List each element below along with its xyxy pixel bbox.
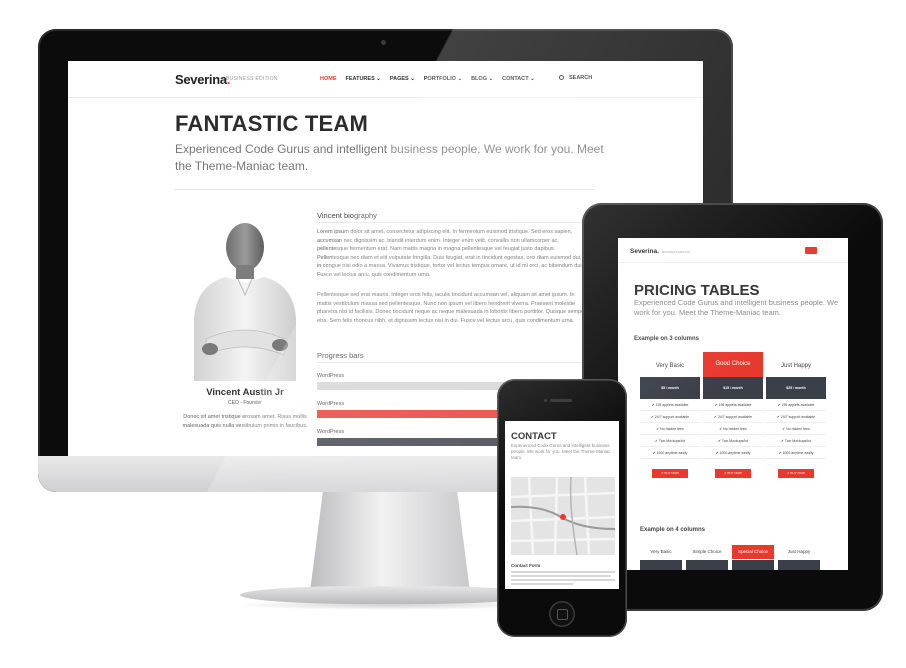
plan-price-bar	[686, 560, 728, 570]
plan-name: Very Basic	[650, 549, 672, 554]
ipad-screen: Severina. BUSINESS EDITION PRICING TABLE…	[618, 238, 848, 570]
plan-feature: ✔ 24/7 support available	[703, 411, 763, 423]
biography-heading: Vincent biography	[317, 211, 377, 220]
progress-label: WordPress	[317, 429, 345, 435]
plan-name: Just Happy	[766, 356, 826, 377]
contact-form-text	[511, 571, 615, 587]
buy-now-button[interactable]: ✔ BUY NOW	[652, 469, 688, 478]
biography-divider	[317, 222, 587, 223]
plan-name: Just Happy	[787, 549, 811, 554]
plan-price-bar	[640, 560, 682, 570]
plan-name: Simple Choice	[692, 549, 722, 554]
plan-feature: ✔ No hidden fees	[766, 423, 826, 435]
pricing-column: Just Happy $25 / month ✔ 195 applets ava…	[766, 356, 826, 478]
progress-divider	[317, 362, 587, 363]
plan-price: $5 / month	[640, 377, 700, 399]
imac-camera-icon	[381, 40, 386, 45]
plan-feature: ✔ No hidden fees	[703, 423, 763, 435]
buy-now-button[interactable]: ✔ BUY NOW	[778, 469, 814, 478]
page-title: FANTASTIC TEAM	[175, 111, 369, 136]
team-member-photo	[186, 209, 304, 381]
section-divider	[175, 189, 595, 190]
plan-feature: ✔ 24/7 support available	[766, 411, 826, 423]
plan-price: $15 / month	[703, 377, 763, 399]
plan-feature: ✔ 195 applets available	[640, 399, 700, 411]
nav-item-features[interactable]: FEATURES ⌄	[346, 76, 381, 82]
progress-label: WordPress	[317, 401, 345, 407]
device-mockup-scene: Severina. BUSINESS EDITION HOME FEATURES…	[0, 0, 906, 668]
site-edition-label: BUSINESS EDITION	[662, 250, 691, 254]
search-icon	[559, 75, 564, 80]
page-title: PRICING TABLES	[634, 282, 760, 299]
progress-heading: Progress bars	[317, 351, 364, 360]
nav-item-pages[interactable]: PAGES ⌄	[390, 76, 415, 82]
plan-name: Special Choice	[732, 545, 774, 559]
pricing-column: Very Basic $5 / month ✔ 195 applets avai…	[640, 356, 700, 478]
plan-feature: ✔ Two Mockups/Ist	[703, 435, 763, 447]
plan-price-bar	[778, 560, 820, 570]
team-member-role: CEO - Founder	[228, 400, 262, 406]
plan-feature: ✔ 195 applets available	[703, 399, 763, 411]
plan-feature: ✔ No hidden fees	[640, 423, 700, 435]
site-logo[interactable]: Severina.	[175, 72, 230, 87]
site-header: Severina. BUSINESS EDITION HOME FEATURES…	[68, 61, 703, 98]
page-subtitle: Experienced Code Gurus and intelligent b…	[634, 298, 839, 317]
biography-paragraph: Pellentesque sed erat mauris. Integer er…	[317, 292, 587, 324]
search-button[interactable]: SEARCH	[559, 75, 592, 81]
contact-form-heading: Contact Form	[511, 563, 541, 568]
site-logo[interactable]: Severina.	[630, 248, 659, 255]
plan-price-bar	[732, 560, 774, 570]
buy-now-button[interactable]: ✔ BUY NOW	[715, 469, 751, 478]
main-nav: HOME FEATURES ⌄ PAGES ⌄ PORTFOLIO ⌄ BLOG…	[320, 76, 535, 82]
page-subtitle: Experienced Code Gurus and intelligent b…	[175, 142, 604, 173]
progress-label: WordPress	[317, 373, 345, 379]
plan-feature: ✔ 24/7 support available	[640, 411, 700, 423]
plan-feature: ✔ 1000 anytime easily	[703, 447, 763, 459]
plan-price: $25 / month	[766, 377, 826, 399]
page-title: CONTACT	[511, 431, 557, 442]
page-subtitle: Experienced Code Gurus and intelligent b…	[511, 443, 611, 460]
section-heading: Example on 4 columns	[640, 527, 706, 533]
nav-item-blog[interactable]: BLOG ⌄	[471, 76, 493, 82]
section-heading: Example on 3 columns	[634, 336, 700, 342]
header-divider	[618, 262, 848, 263]
location-map[interactable]	[511, 477, 615, 555]
team-member-name: Vincent Austin Jr	[206, 387, 284, 398]
iphone-home-button[interactable]	[549, 601, 575, 627]
nav-item-contact[interactable]: CONTACT ⌄	[502, 76, 535, 82]
imac-stand-foot	[240, 586, 540, 604]
pricing-column-highlighted: Good Choice $15 / month ✔ 195 applets av…	[703, 352, 763, 478]
plan-feature: ✔ 1000 anytime easily	[640, 447, 700, 459]
site-edition-label: BUSINESS EDITION	[226, 76, 278, 82]
iphone-speaker	[550, 399, 572, 402]
plan-feature: ✔ Two Mockups/Ist	[766, 435, 826, 447]
plan-name: Very Basic	[640, 356, 700, 377]
team-member-bio: Donec sit amet tristique erosam amet. Ri…	[182, 414, 308, 429]
plan-feature: ✔ 1000 anytime easily	[766, 447, 826, 459]
plan-name: Good Choice	[703, 352, 763, 377]
nav-item-home[interactable]: HOME	[320, 76, 337, 82]
menu-button[interactable]	[805, 247, 817, 254]
iphone-camera-icon	[544, 399, 547, 402]
search-label: SEARCH	[569, 75, 593, 81]
plan-feature: ✔ 195 applets available	[766, 399, 826, 411]
plan-feature: ✔ Two Mockups/Ist	[640, 435, 700, 447]
nav-item-portfolio[interactable]: PORTFOLIO ⌄	[424, 76, 462, 82]
biography-paragraph: Lorem ipsum dolor sit amet, consectetur …	[317, 229, 584, 278]
imac-stand-neck	[310, 492, 470, 592]
iphone-screen: CONTACT Experienced Code Gurus and intel…	[505, 421, 619, 589]
